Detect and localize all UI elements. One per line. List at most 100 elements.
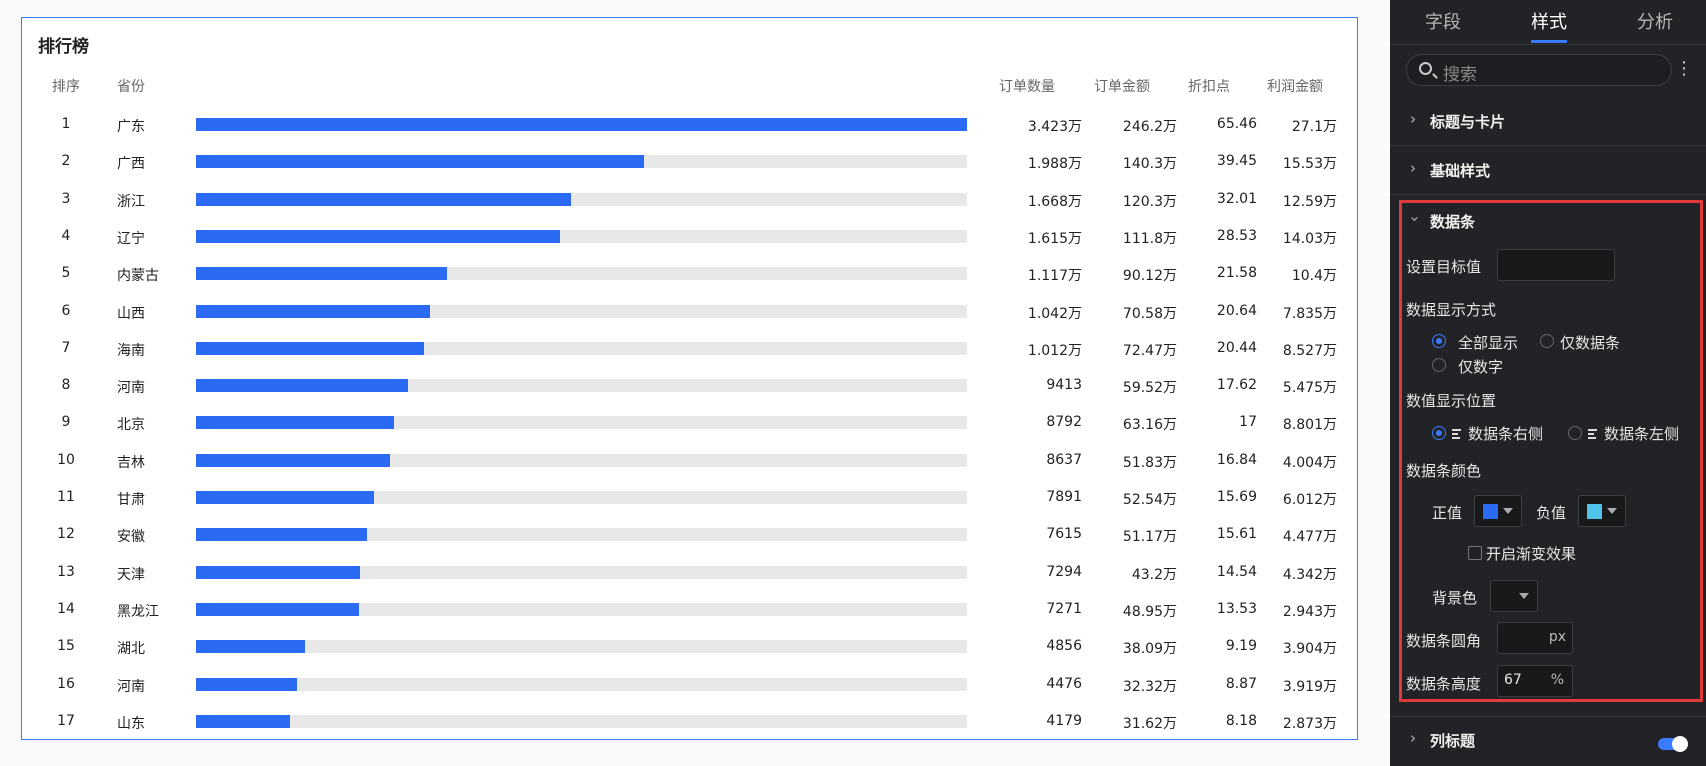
order-amount-cell: 72.47万 (1122, 343, 1177, 359)
tab-fields[interactable]: 字段 (1425, 8, 1461, 34)
section-data-bar-label: 数据条 (1430, 213, 1476, 231)
order-amount-cell: 52.54万 (1122, 492, 1177, 508)
header-order-amount[interactable]: 订单金额 (1094, 76, 1150, 96)
bar-fill (196, 603, 360, 616)
profit-cell: 2.943万 (1282, 604, 1337, 620)
profit-cell: 6.012万 (1282, 492, 1337, 508)
chevron-down-icon (1519, 593, 1529, 599)
profit-cell: 4.342万 (1282, 567, 1337, 583)
discount-cell: 65.46 (1216, 116, 1257, 132)
tab-style[interactable]: 样式 (1531, 8, 1567, 34)
target-value-input[interactable] (1497, 249, 1615, 281)
order-amount-cell: 63.16万 (1122, 417, 1177, 433)
province-cell: 山西 (117, 306, 145, 322)
discount-cell: 32.01 (1216, 191, 1257, 207)
discount-cell: 28.53 (1216, 228, 1257, 244)
profit-cell: 4.004万 (1282, 455, 1337, 471)
order-amount-cell: 70.58万 (1122, 306, 1177, 322)
order-amount-cell: 51.83万 (1122, 455, 1177, 471)
province-cell: 浙江 (117, 194, 145, 210)
tab-analysis[interactable]: 分析 (1637, 8, 1673, 34)
header-profit[interactable]: 利润金额 (1267, 76, 1323, 96)
section-basic-style[interactable]: › 基础样式 (1390, 147, 1706, 195)
negative-color-picker[interactable] (1578, 495, 1626, 527)
province-cell: 北京 (117, 417, 145, 433)
radio-show-all[interactable] (1432, 334, 1446, 348)
radio-value-right-label: 数据条右侧 (1452, 423, 1543, 444)
order-count-cell: 1.615万 (1027, 231, 1082, 247)
bar-color-label: 数据条颜色 (1406, 462, 1482, 480)
bar-fill (196, 230, 560, 243)
header-order-count[interactable]: 订单数量 (999, 76, 1055, 96)
bar-height-label: 数据条高度 (1406, 675, 1482, 693)
positive-color-swatch (1483, 504, 1498, 519)
order-count-cell: 1.042万 (1027, 306, 1082, 322)
province-cell: 内蒙古 (117, 268, 159, 284)
section-data-bar[interactable]: › 数据条 (1390, 198, 1706, 246)
chevron-right-icon: › (1410, 159, 1416, 177)
bar-track (196, 379, 967, 392)
report-canvas: 排行榜 排序 省份 订单数量 订单金额 折扣点 利润金额 1 广东 3.423万 24… (0, 0, 1390, 766)
order-count-cell: 1.988万 (1027, 156, 1082, 172)
radio-show-all-label: 全部显示 (1458, 334, 1519, 352)
province-cell: 广西 (117, 156, 145, 172)
header-rank[interactable]: 排序 (52, 76, 80, 96)
rank-cell: 10 (57, 452, 75, 468)
order-amount-cell: 43.2万 (1131, 567, 1177, 583)
province-cell: 广东 (117, 119, 145, 135)
header-discount[interactable]: 折扣点 (1188, 76, 1230, 96)
gradient-label: 开启渐变效果 (1486, 545, 1577, 563)
bar-radius-label: 数据条圆角 (1406, 632, 1482, 650)
province-cell: 辽宁 (117, 231, 145, 247)
more-options-icon[interactable]: ⋮ (1674, 58, 1694, 82)
positive-color-picker[interactable] (1474, 495, 1522, 527)
negative-color-swatch (1587, 504, 1602, 519)
order-amount-cell: 140.3万 (1122, 156, 1177, 172)
background-color-picker[interactable] (1490, 580, 1538, 612)
search-input[interactable]: 搜索 (1406, 54, 1672, 86)
profit-cell: 10.4万 (1291, 268, 1337, 284)
order-amount-cell: 38.09万 (1122, 641, 1177, 657)
profit-cell: 7.835万 (1282, 306, 1337, 322)
rank-cell: 6 (61, 303, 71, 319)
province-cell: 山东 (117, 716, 145, 732)
bar-radius-input[interactable]: px (1497, 622, 1573, 654)
section-title-card[interactable]: › 标题与卡片 (1390, 98, 1706, 146)
bar-track (196, 267, 967, 280)
negative-color-label: 负值 (1536, 504, 1567, 522)
search-icon (1419, 62, 1432, 75)
bar-track (196, 566, 967, 579)
province-cell: 吉林 (117, 455, 145, 471)
rank-cell: 9 (61, 414, 71, 430)
rank-cell: 17 (57, 713, 75, 729)
chevron-down-icon (1503, 508, 1513, 514)
gradient-checkbox[interactable] (1468, 546, 1482, 560)
header-province[interactable]: 省份 (117, 76, 145, 96)
bar-track (196, 193, 967, 206)
radio-bar-only[interactable] (1540, 334, 1554, 348)
bar-fill (196, 640, 306, 653)
chevron-down-icon: › (1406, 216, 1424, 222)
bar-radius-unit: px (1548, 629, 1566, 645)
bar-fill (196, 678, 297, 691)
province-cell: 湖北 (117, 641, 145, 657)
discount-cell: 15.69 (1216, 489, 1257, 505)
rank-cell: 15 (57, 638, 75, 654)
bar-fill (196, 155, 644, 168)
column-title-toggle[interactable] (1658, 736, 1688, 752)
profit-cell: 5.475万 (1282, 380, 1337, 396)
radio-number-only[interactable] (1432, 358, 1446, 372)
discount-cell: 21.58 (1216, 265, 1257, 281)
bar-track (196, 528, 967, 541)
bar-height-unit: % (1550, 672, 1564, 688)
bar-height-input[interactable]: 67 % (1497, 665, 1573, 697)
section-column-title-label: 列标题 (1430, 732, 1476, 750)
profit-cell: 3.904万 (1282, 641, 1337, 657)
bar-fill (196, 416, 395, 429)
rank-cell: 11 (57, 489, 75, 505)
radio-value-left[interactable] (1568, 426, 1582, 440)
search-placeholder: 搜索 (1443, 65, 1477, 85)
province-cell: 河南 (117, 380, 145, 396)
radio-value-right[interactable] (1432, 426, 1446, 440)
positive-color-label: 正值 (1432, 504, 1463, 522)
